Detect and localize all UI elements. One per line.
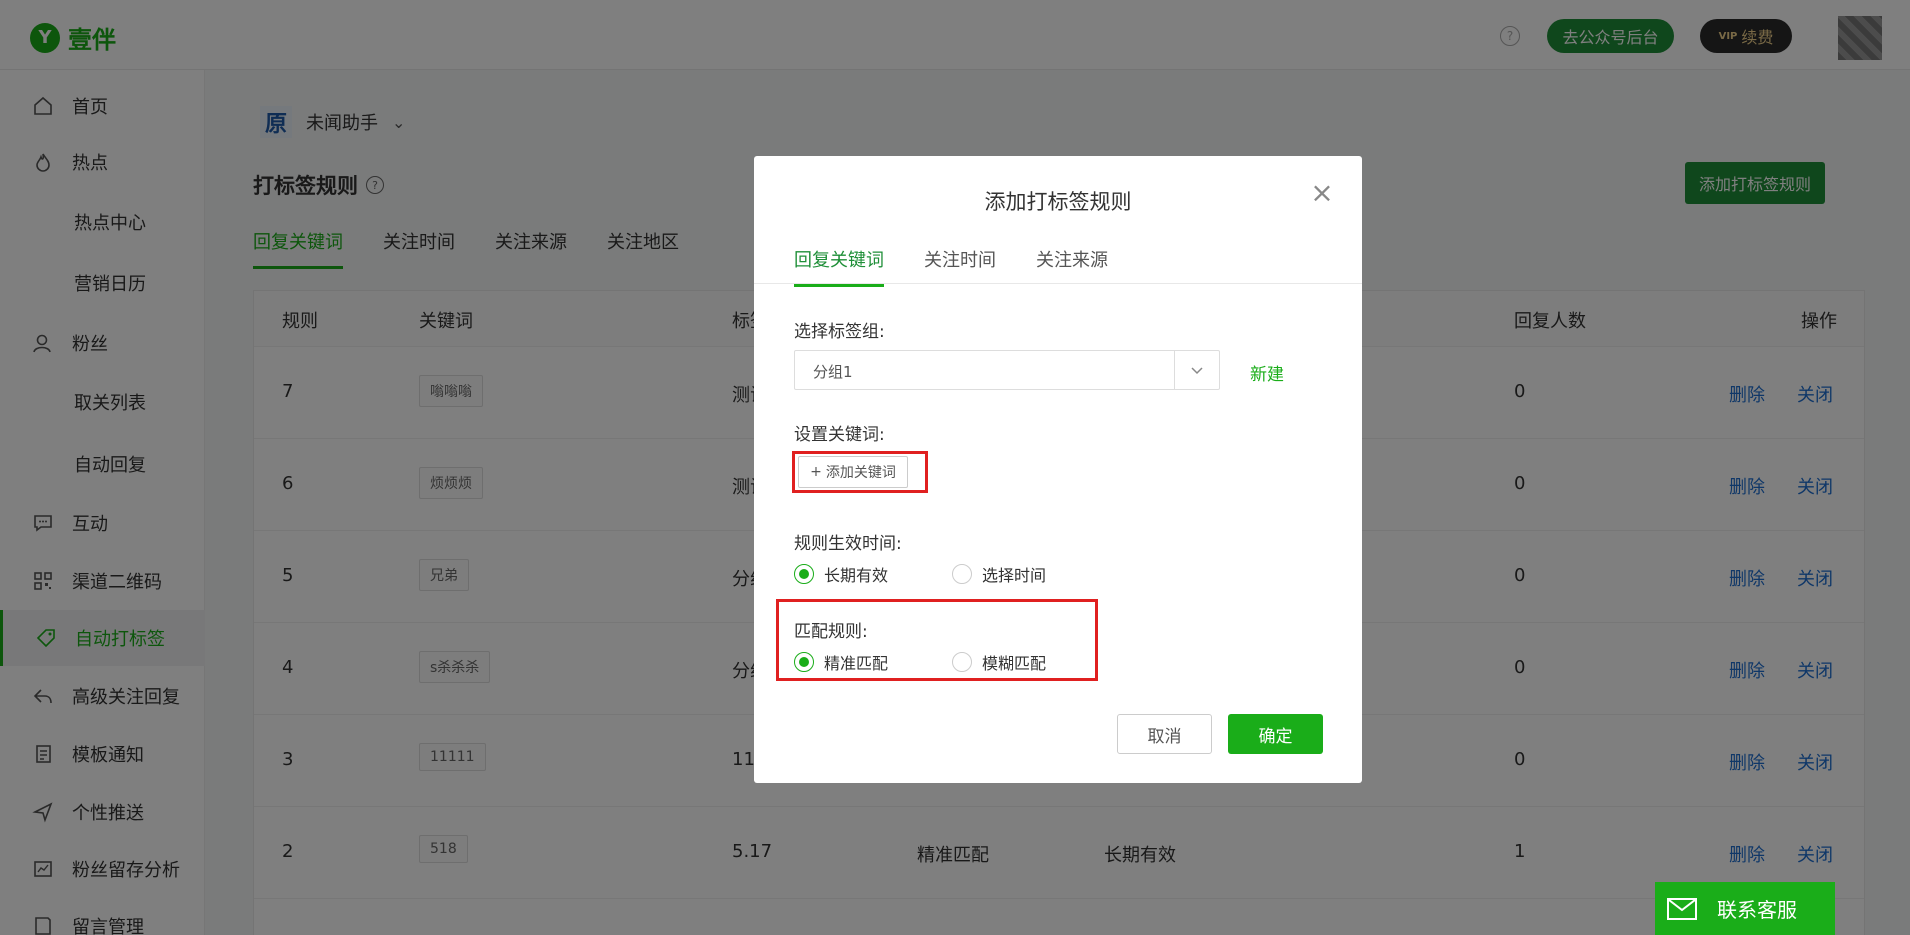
radio-long-term[interactable]: 长期有效 bbox=[794, 562, 888, 586]
highlight-box bbox=[776, 599, 1098, 681]
add-tag-rule-dialog: 添加打标签规则 × 回复关键词 关注时间 关注来源 选择标签组: 分组1 新建 … bbox=[754, 156, 1362, 783]
radio-unchecked-icon bbox=[952, 564, 972, 584]
highlight-box bbox=[792, 451, 928, 493]
dialog-tabs: 回复关键词 关注时间 关注来源 bbox=[794, 246, 1108, 287]
effective-time-label: 规则生效时间: bbox=[794, 534, 902, 554]
keyword-label: 设置关键词: bbox=[794, 425, 885, 445]
radio-label: 选择时间 bbox=[982, 566, 1047, 585]
tag-group-select[interactable]: 分组1 bbox=[794, 350, 1220, 390]
dialog-tab-follow-source[interactable]: 关注来源 bbox=[1036, 246, 1108, 287]
contact-service-label: 联系客服 bbox=[1717, 898, 1797, 922]
radio-select-time[interactable]: 选择时间 bbox=[952, 562, 1046, 586]
contact-service-button[interactable]: 联系客服 bbox=[1655, 882, 1835, 935]
close-icon[interactable]: × bbox=[1310, 179, 1334, 207]
dialog-tab-follow-time[interactable]: 关注时间 bbox=[924, 246, 996, 287]
mail-icon bbox=[1667, 897, 1697, 920]
dialog-tab-reply-keyword[interactable]: 回复关键词 bbox=[794, 246, 884, 287]
radio-checked-icon bbox=[794, 564, 814, 584]
tag-group-label: 选择标签组: bbox=[794, 322, 885, 342]
tag-group-value: 分组1 bbox=[813, 363, 853, 381]
dialog-title: 添加打标签规则 bbox=[984, 190, 1132, 214]
divider bbox=[754, 283, 1362, 284]
confirm-button[interactable]: 确定 bbox=[1228, 714, 1323, 754]
cancel-button[interactable]: 取消 bbox=[1117, 714, 1212, 754]
chevron-down-icon bbox=[1174, 351, 1219, 389]
new-tag-group-link[interactable]: 新建 bbox=[1250, 360, 1284, 385]
radio-label: 长期有效 bbox=[824, 566, 889, 585]
